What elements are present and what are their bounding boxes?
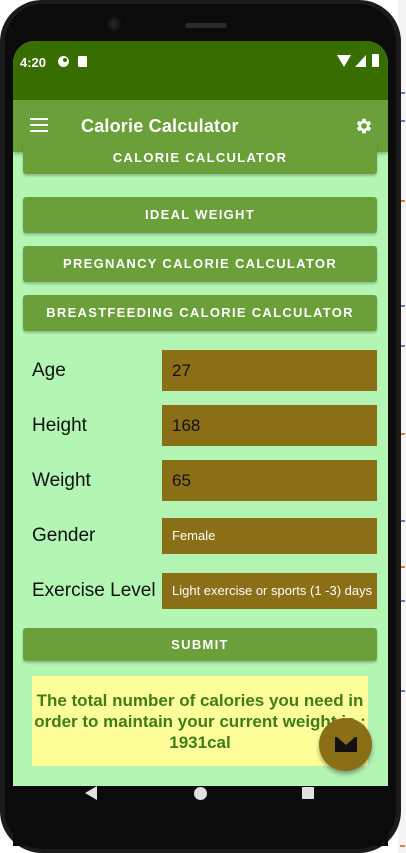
breastfeeding-calorie-calculator-button[interactable]: BREASTFEEDING CALORIE CALCULATOR [23, 295, 377, 331]
exercise-level-select[interactable]: Light exercise or sports (1 -3) days [162, 573, 377, 609]
back-icon[interactable] [85, 786, 97, 800]
ideal-weight-button[interactable]: IDEAL WEIGHT [23, 197, 377, 233]
status-time: 4:20 [20, 55, 47, 70]
gender-select[interactable]: Female [162, 518, 377, 554]
status-bar: 4:20 [13, 41, 388, 100]
battery-icon [372, 54, 379, 67]
age-input[interactable]: 27 [162, 350, 377, 391]
earpiece-speaker [185, 23, 227, 28]
weight-label: Weight [32, 470, 91, 491]
app-title: Calorie Calculator [81, 116, 239, 136]
home-icon[interactable] [194, 787, 207, 800]
menu-icon[interactable] [30, 118, 48, 132]
recents-icon[interactable] [302, 787, 314, 799]
height-label: Height [32, 415, 87, 436]
sd-card-icon [78, 56, 87, 67]
gender-label: Gender [32, 525, 96, 546]
notification-icon [58, 56, 69, 67]
result-text: The total number of calories you need in… [32, 676, 368, 766]
email-fab-button[interactable] [319, 718, 372, 771]
navigation-bar-buttons [13, 786, 388, 846]
age-label: Age [32, 360, 66, 381]
signal-icon [355, 55, 366, 67]
pregnancy-calorie-calculator-button[interactable]: PREGNANCY CALORIE CALCULATOR [23, 246, 377, 282]
app-screen: 4:20 Calorie Calculator CALORIE CALCULAT… [13, 41, 388, 812]
background-mark [400, 845, 405, 847]
height-input[interactable]: 168 [162, 405, 377, 446]
front-camera [107, 17, 121, 31]
calorie-calculator-button[interactable]: CALORIE CALCULATOR [23, 141, 377, 174]
exercise-level-label: Exercise Level [32, 580, 156, 601]
submit-button[interactable]: SUBMIT [23, 628, 377, 661]
wifi-icon [337, 55, 351, 67]
email-icon [335, 737, 357, 752]
weight-input[interactable]: 65 [162, 460, 377, 501]
gear-icon[interactable] [354, 116, 374, 136]
main-content: CALORIE CALCULATOR IDEAL WEIGHT PREGNANC… [13, 141, 388, 812]
